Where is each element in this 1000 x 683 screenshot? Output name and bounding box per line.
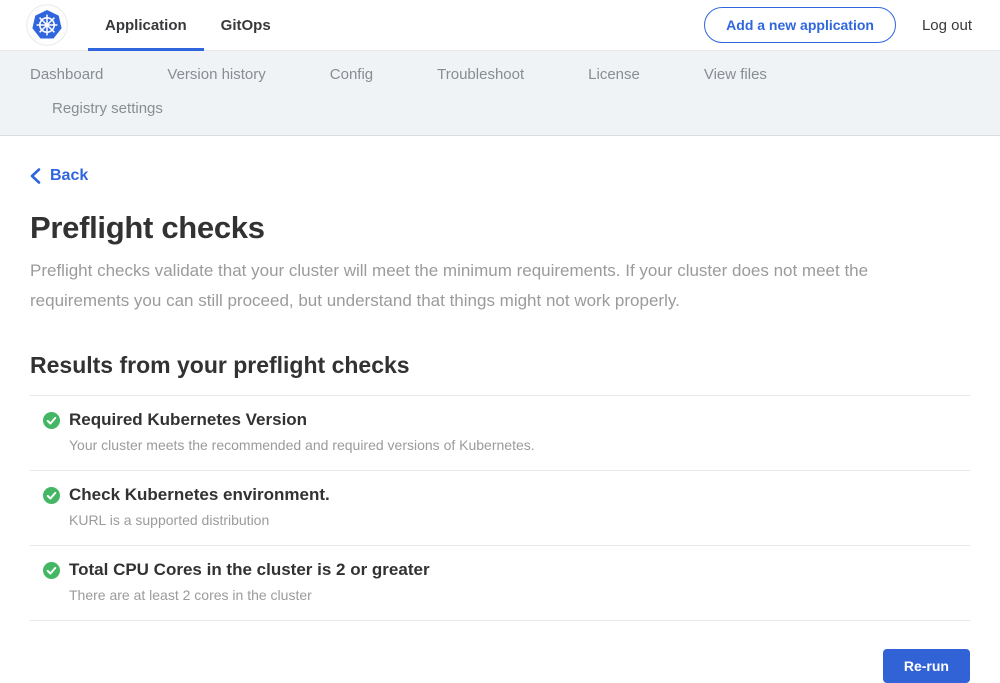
subnav-item-troubleshoot[interactable]: Troubleshoot xyxy=(437,65,524,85)
check-title: Check Kubernetes environment. xyxy=(69,485,970,505)
check-description: KURL is a supported distribution xyxy=(69,512,970,528)
tab-application[interactable]: Application xyxy=(88,0,204,50)
kubernetes-helm-icon xyxy=(26,4,68,46)
tab-gitops-label: GitOps xyxy=(221,17,271,34)
check-circle-icon xyxy=(43,562,60,579)
primary-tabs: Application GitOps xyxy=(88,0,288,50)
back-link-label: Back xyxy=(50,167,88,185)
preflight-result-row: Required Kubernetes Version Your cluster… xyxy=(30,395,970,470)
preflight-content: Back Preflight checks Preflight checks v… xyxy=(30,136,970,683)
preflight-results-list: Required Kubernetes Version Your cluster… xyxy=(30,395,970,621)
page-title: Preflight checks xyxy=(30,210,970,246)
app-subnav: Dashboard Version history Config Trouble… xyxy=(0,51,1000,136)
subnav-item-version-history[interactable]: Version history xyxy=(167,65,265,85)
check-description: There are at least 2 cores in the cluste… xyxy=(69,587,970,603)
preflight-result-row: Check Kubernetes environment. KURL is a … xyxy=(30,470,970,545)
logout-link[interactable]: Log out xyxy=(922,17,972,34)
tab-application-label: Application xyxy=(105,17,187,34)
check-title: Total CPU Cores in the cluster is 2 or g… xyxy=(69,560,970,580)
check-description: Your cluster meets the recommended and r… xyxy=(69,437,970,453)
preflight-result-row: Total CPU Cores in the cluster is 2 or g… xyxy=(30,545,970,620)
subnav-item-dashboard[interactable]: Dashboard xyxy=(30,65,103,85)
add-new-application-button[interactable]: Add a new application xyxy=(704,7,896,43)
top-navbar: Application GitOps Add a new application… xyxy=(0,0,1000,51)
tab-gitops[interactable]: GitOps xyxy=(204,0,288,50)
page-description: Preflight checks validate that your clus… xyxy=(30,256,945,316)
subnav-item-license[interactable]: License xyxy=(588,65,640,85)
check-circle-icon xyxy=(43,412,60,429)
results-heading: Results from your preflight checks xyxy=(30,352,970,379)
chevron-left-icon xyxy=(30,168,41,184)
check-circle-icon xyxy=(43,487,60,504)
check-title: Required Kubernetes Version xyxy=(69,410,970,430)
subnav-item-config[interactable]: Config xyxy=(330,65,373,85)
rerun-button[interactable]: Re-run xyxy=(883,649,970,683)
kubernetes-logo xyxy=(26,0,68,50)
subnav-item-view-files[interactable]: View files xyxy=(704,65,767,85)
back-link[interactable]: Back xyxy=(30,167,88,185)
subnav-item-registry-settings[interactable]: Registry settings xyxy=(52,99,163,119)
